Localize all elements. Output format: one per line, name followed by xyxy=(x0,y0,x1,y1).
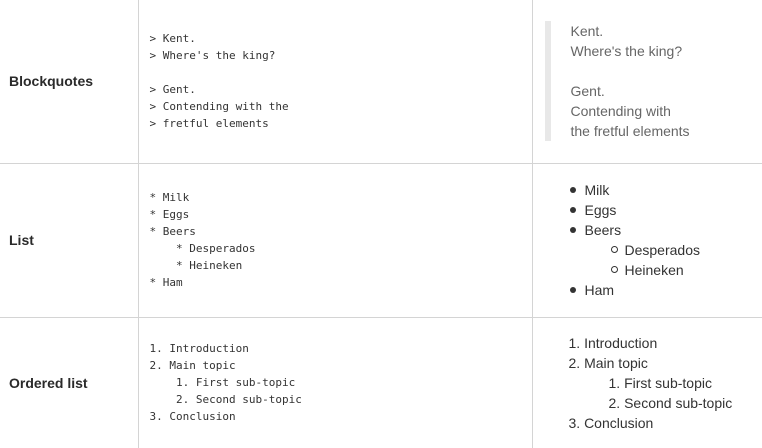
ordered-list: 1. Introduction 2. Main topic 1. First s… xyxy=(533,333,762,433)
source-line: > Gent. xyxy=(149,83,196,97)
ordered-list-item: 1. Introduction xyxy=(568,334,658,351)
source-line: > Where's the king? xyxy=(149,49,276,63)
row-label: List xyxy=(0,163,139,318)
quote-gap xyxy=(571,61,762,81)
rendered-output: Kent. Where's the king? Gent. Contending… xyxy=(532,0,762,164)
source-line: 3. Conclusion xyxy=(149,410,236,424)
source-line xyxy=(150,64,532,81)
table-row-blockquotes: Blockquotes > Kent. > Where's the king? … xyxy=(0,0,762,164)
bullet-icon xyxy=(569,207,576,213)
bullet-icon xyxy=(569,187,576,193)
list-item: Heineken xyxy=(610,260,762,280)
source-line: 2. Second sub-topic xyxy=(149,393,302,407)
rendered-output: Milk Eggs Beers Desperados Heineken Ham xyxy=(532,163,762,318)
quote-line: the fretful elements xyxy=(570,123,690,140)
bullet-icon xyxy=(569,227,576,233)
nested-ordered-list-item: 2. Second sub-topic xyxy=(608,394,733,411)
source-line: * Beers xyxy=(149,225,196,238)
list-item: Eggs xyxy=(569,200,762,220)
list-item: Desperados xyxy=(610,240,762,260)
markdown-source: * Milk * Eggs * Beers * Desperados * Hei… xyxy=(138,163,533,318)
nested-unordered-list: Desperados Heineken xyxy=(585,240,762,280)
quote-line: Gent. xyxy=(570,83,605,100)
row-label: Ordered list xyxy=(0,317,139,448)
list-item: Beers Desperados Heineken xyxy=(569,220,762,280)
source-line: > Kent. xyxy=(149,32,196,46)
circle-bullet-icon xyxy=(610,246,618,253)
table-row-list: List * Milk * Eggs * Beers * Desperados … xyxy=(0,163,762,318)
quote-line: Where's the king? xyxy=(570,43,683,60)
markdown-source: 1. Introduction 2. Main topic 1. First s… xyxy=(138,317,533,448)
ordered-list-item: 3. Conclusion xyxy=(568,414,654,431)
source-line: > fretful elements xyxy=(149,117,269,131)
bullet-icon xyxy=(569,287,576,293)
circle-bullet-icon xyxy=(610,266,618,273)
table-row-ordered-list: Ordered list 1. Introduction 2. Main top… xyxy=(0,317,762,448)
list-item: Milk xyxy=(569,180,762,200)
markdown-examples-table: Blockquotes > Kent. > Where's the king? … xyxy=(0,0,762,448)
quote-line: Kent. xyxy=(570,23,604,40)
blockquote: Kent. Where's the king? Gent. Contending… xyxy=(544,21,762,142)
row-label: Blockquotes xyxy=(0,0,139,164)
nested-ordered-list-item: 1. First sub-topic xyxy=(608,374,712,391)
rendered-output: 1. Introduction 2. Main topic 1. First s… xyxy=(532,317,762,448)
quote-line: Contending with xyxy=(570,103,671,120)
source-line: * Milk xyxy=(149,191,190,204)
source-line: * Desperados xyxy=(149,242,256,255)
list-item-text: Desperados xyxy=(624,242,701,258)
source-line: 1. Introduction xyxy=(149,342,249,356)
list-item-text: Milk xyxy=(584,182,610,198)
unordered-list: Milk Eggs Beers Desperados Heineken Ham xyxy=(533,180,762,300)
list-item-text: Heineken xyxy=(624,262,684,278)
ordered-list-item: 2. Main topic xyxy=(568,354,648,371)
source-line: 2. Main topic xyxy=(149,359,236,373)
source-line: > Contending with the xyxy=(149,100,289,114)
list-item-text: Beers xyxy=(584,222,622,238)
markdown-source: > Kent. > Where's the king? > Gent. > Co… xyxy=(138,0,533,164)
list-item-text: Ham xyxy=(584,282,615,298)
source-line: 1. First sub-topic xyxy=(149,376,296,390)
list-item-text: Eggs xyxy=(584,202,617,218)
source-line: * Ham xyxy=(149,276,183,289)
source-line: * Heineken xyxy=(149,259,243,272)
source-line: * Eggs xyxy=(149,208,190,221)
list-item: Ham xyxy=(569,280,762,300)
